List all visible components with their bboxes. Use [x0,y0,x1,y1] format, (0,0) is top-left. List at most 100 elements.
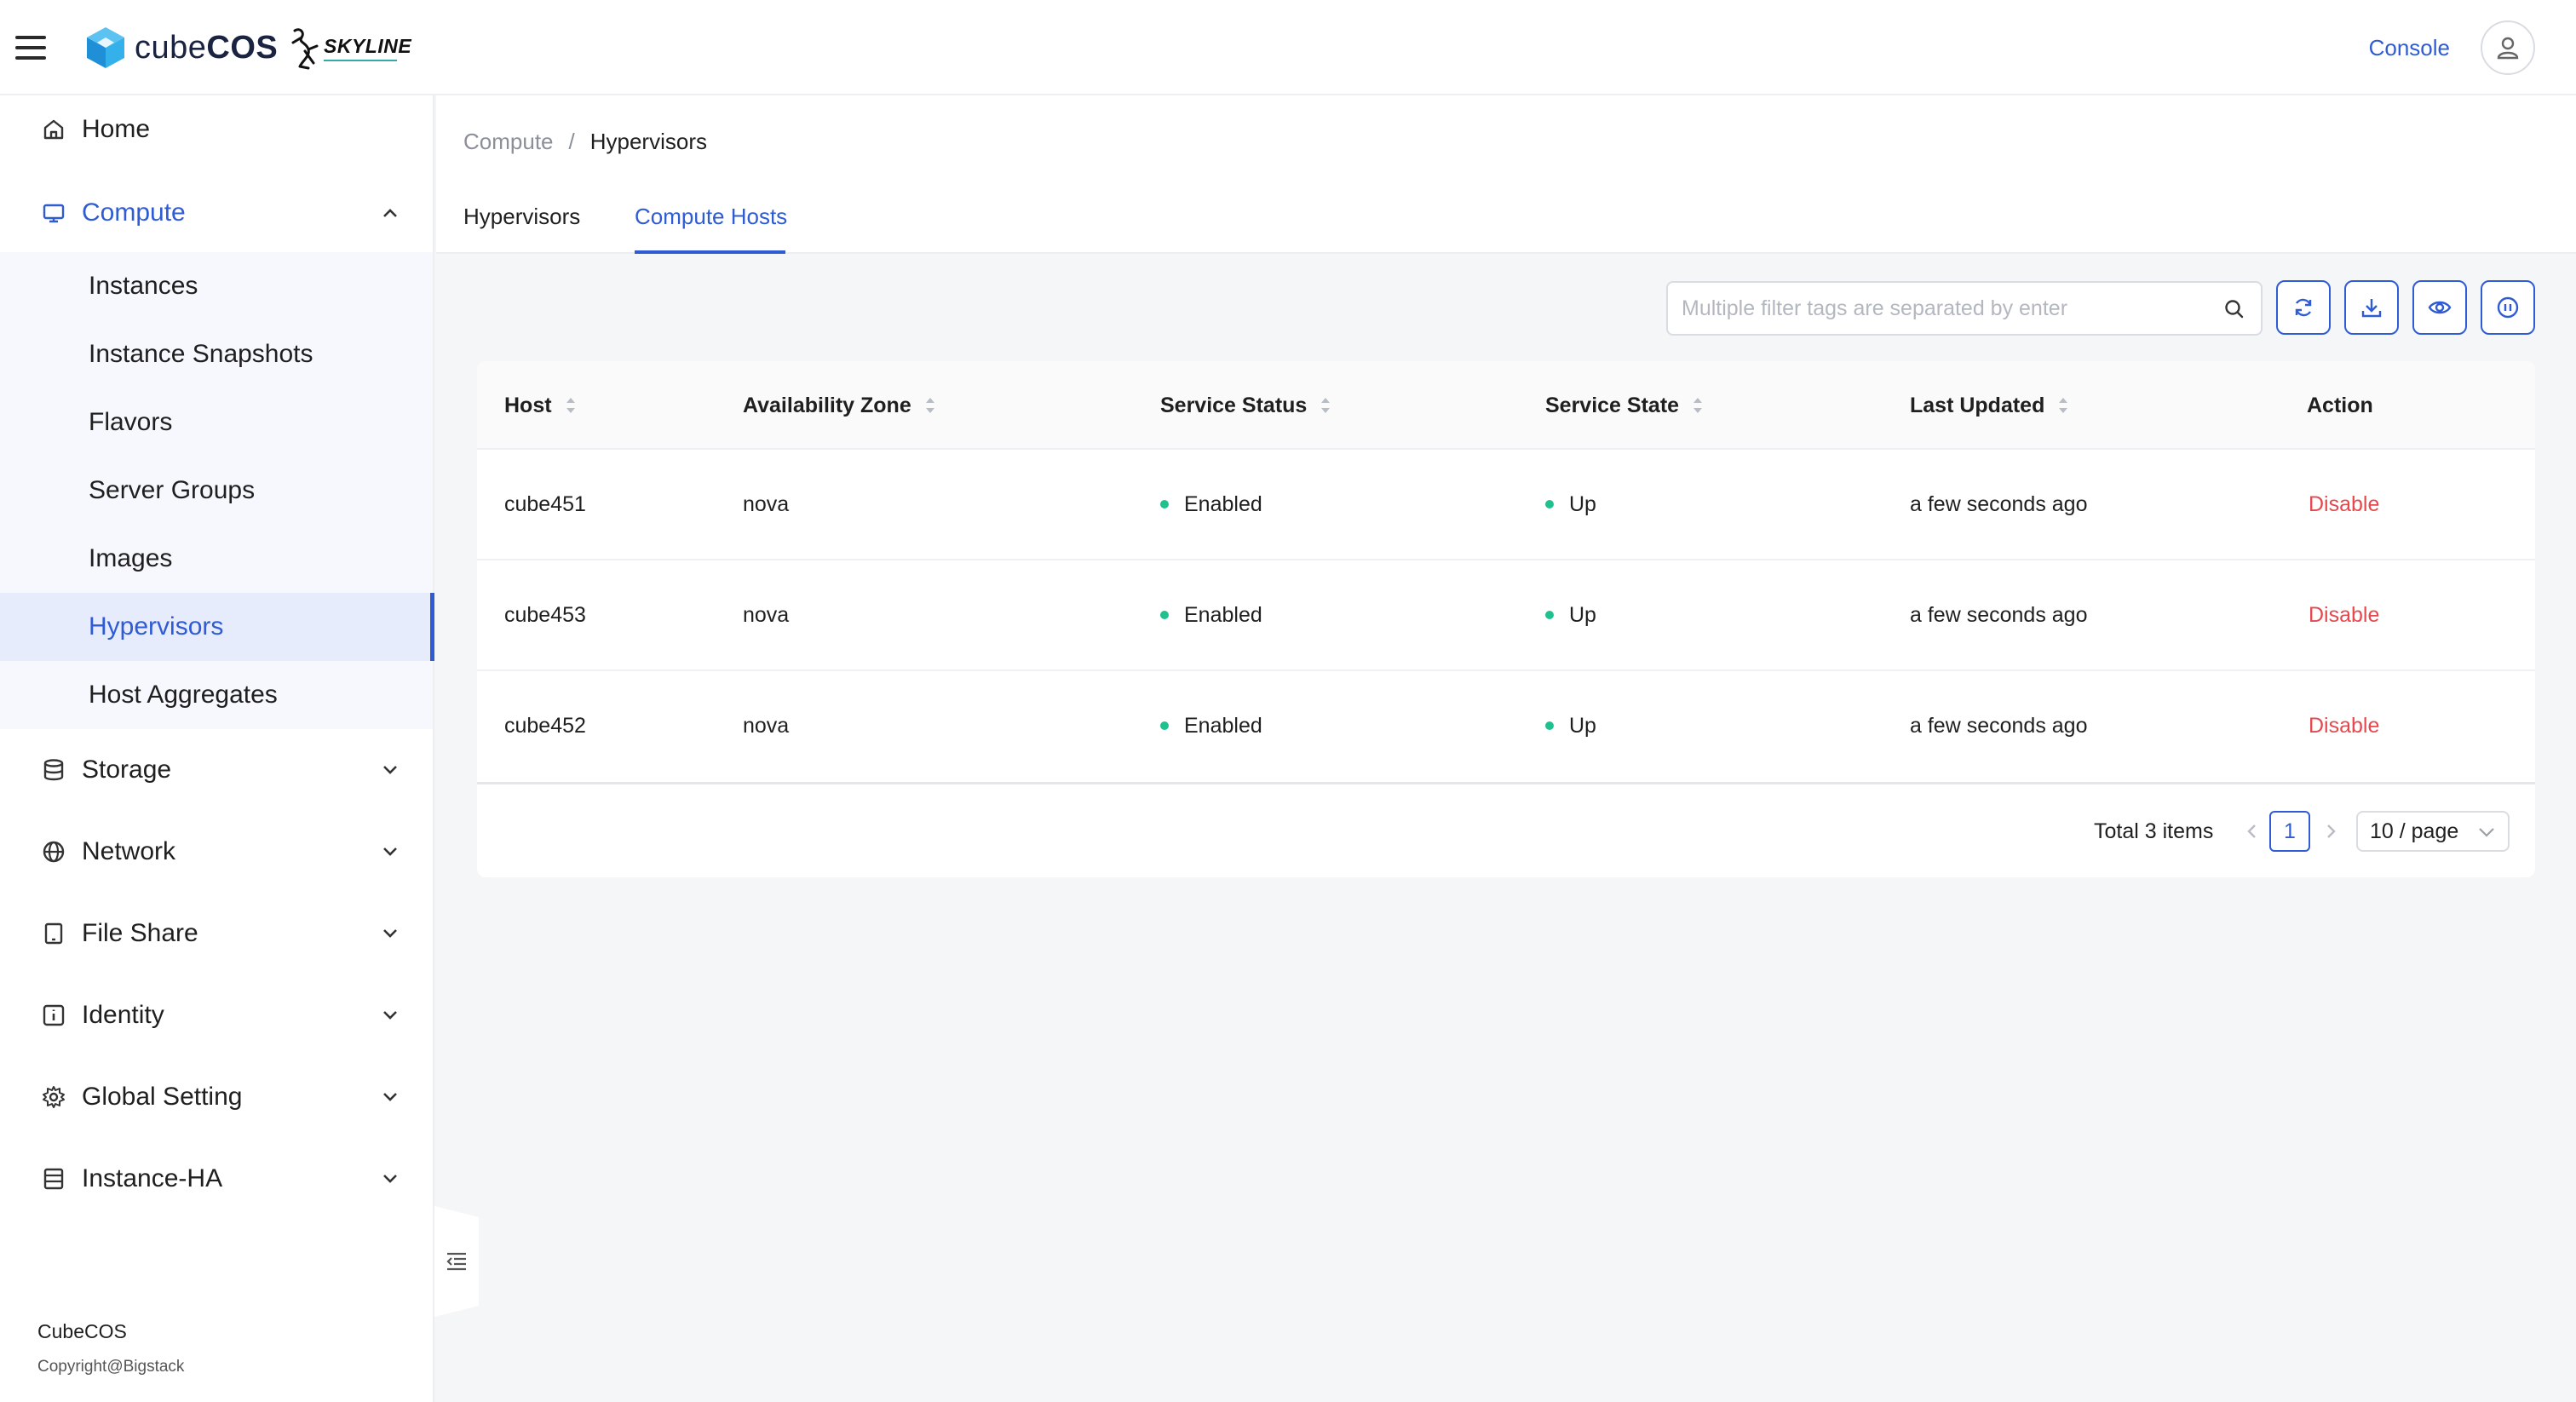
column-visibility-button[interactable] [2412,280,2467,335]
top-bar: cubeCOS SKYLINE Console [0,0,2576,95]
column-header-last-updated[interactable]: Last Updated [1910,390,2070,421]
sidebar-item-hypervisors[interactable]: Hypervisors [0,593,434,661]
column-header-action: Action [2307,394,2373,417]
table-header: Host Availability Zone Service Status Se… [477,361,2535,450]
chevron-down-icon [383,929,397,938]
collapse-menu-icon [446,1252,466,1271]
sort-icon[interactable] [564,394,578,417]
pagination-total: Total 3 items [2094,819,2214,843]
search-input[interactable] [1682,291,2193,325]
cell-service-status: Enabled [1160,489,1262,520]
search-icon[interactable] [2223,298,2245,320]
chevron-down-icon [383,1175,397,1183]
cell-availability-zone: nova [743,714,790,738]
menu-toggle-icon[interactable] [15,32,46,63]
sidebar-item-label: Identity [82,1001,164,1029]
status-dot-icon [1160,500,1169,509]
cell-last-updated: a few seconds ago [1910,714,2088,738]
sidebar-item-instance-snapshots[interactable]: Instance Snapshots [0,320,433,388]
disable-button[interactable]: Disable [2309,489,2379,520]
cell-availability-zone: nova [743,492,790,516]
sort-icon[interactable] [923,394,937,417]
sort-icon[interactable] [1691,394,1705,417]
status-dot-icon [1545,500,1554,509]
sidebar-collapse-button[interactable] [434,1206,479,1317]
refresh-icon [2295,298,2312,317]
pause-icon [2497,296,2519,319]
cell-host: cube453 [504,603,586,627]
sidebar-item-global-setting[interactable]: Global Setting [0,1063,433,1131]
status-dot-icon [1160,721,1169,730]
sidebar-item-host-aggregates[interactable]: Host Aggregates [0,661,433,729]
sidebar-item-storage[interactable]: Storage [0,736,433,804]
eye-icon [2428,301,2452,314]
column-header-service-status[interactable]: Service Status [1160,390,1332,421]
chevron-down-icon [383,1093,397,1101]
active-tab-indicator [635,250,785,254]
sidebar-item-label: Instance-HA [82,1164,223,1192]
tab-hypervisors[interactable]: Hypervisors [463,201,580,232]
chevron-down-icon [383,766,397,774]
sidebar-item-server-groups[interactable]: Server Groups [0,457,433,525]
cell-service-state: Up [1545,489,1596,520]
chevron-down-icon [383,1011,397,1020]
sidebar: Home Compute Instances Instance Snapshot… [0,95,434,1402]
footer-copyright: Copyright@Bigstack [37,1358,185,1376]
sidebar-item-images[interactable]: Images [0,525,433,593]
sidebar-item-label: Network [82,837,176,865]
breadcrumb-current: Hypervisors [589,129,707,154]
chevron-up-icon [383,209,397,217]
cell-host: cube451 [504,492,586,516]
monitor-icon [41,200,66,226]
breadcrumb-separator: / [568,129,575,154]
breadcrumb-parent[interactable]: Compute [463,129,554,154]
table-row: cube453 nova Enabled Up a few seconds ag… [477,560,2535,671]
sidebar-item-instances[interactable]: Instances [0,252,433,320]
disable-button[interactable]: Disable [2309,710,2379,741]
skyline-logo-text: SKYLINE [324,34,411,61]
chevron-right-icon[interactable] [2320,819,2341,843]
pagination-page-1[interactable]: 1 [2269,811,2310,852]
sidebar-item-home[interactable]: Home [0,95,433,164]
sidebar-item-flavors[interactable]: Flavors [0,388,433,457]
cell-last-updated: a few seconds ago [1910,603,2088,627]
table-row: cube452 nova Enabled Up a few seconds ag… [477,671,2535,782]
chevron-left-icon[interactable] [2242,819,2263,843]
sort-icon[interactable] [2056,394,2070,417]
disable-button[interactable]: Disable [2309,600,2379,630]
page-size-select[interactable]: 10 / page [2356,811,2510,852]
tab-compute-hosts[interactable]: Compute Hosts [635,201,787,232]
refresh-button[interactable] [2276,280,2331,335]
app-logo-text: cubeCOS [135,30,279,66]
download-button[interactable] [2344,280,2399,335]
download-icon [2361,299,2382,318]
cube-logo-icon [87,27,124,68]
database-icon [41,757,66,783]
sort-icon[interactable] [1319,394,1332,417]
status-dot-icon [1160,611,1169,619]
gear-icon [41,1084,66,1110]
sidebar-item-instance-ha[interactable]: Instance-HA [0,1145,433,1213]
sidebar-item-identity[interactable]: Identity [0,981,433,1049]
console-link[interactable]: Console [2369,32,2450,63]
sidebar-item-compute[interactable]: Compute [0,179,433,247]
sidebar-item-network[interactable]: Network [0,818,433,886]
globe-icon [41,839,66,865]
column-header-service-state[interactable]: Service State [1545,390,1705,421]
table-row: cube451 nova Enabled Up a few seconds ag… [477,450,2535,560]
column-header-host[interactable]: Host [504,390,578,421]
user-icon [2497,37,2519,60]
user-avatar[interactable] [2481,20,2535,75]
sidebar-item-label: Global Setting [82,1083,243,1111]
page-header: Compute / Hypervisors Hypervisors Compute … [436,95,2576,254]
sidebar-item-label: Storage [82,756,172,784]
column-header-availability-zone[interactable]: Availability Zone [743,390,937,421]
sidebar-item-file-share[interactable]: File Share [0,899,433,968]
breadcrumb: Compute / Hypervisors [463,126,707,157]
auto-refresh-toggle-button[interactable] [2481,280,2535,335]
info-icon [41,1003,66,1028]
chevron-down-icon [2479,828,2494,837]
compute-hosts-table: Host Availability Zone Service Status Se… [477,361,2535,877]
cell-last-updated: a few seconds ago [1910,492,2088,516]
sidebar-item-label: Home [82,115,151,143]
